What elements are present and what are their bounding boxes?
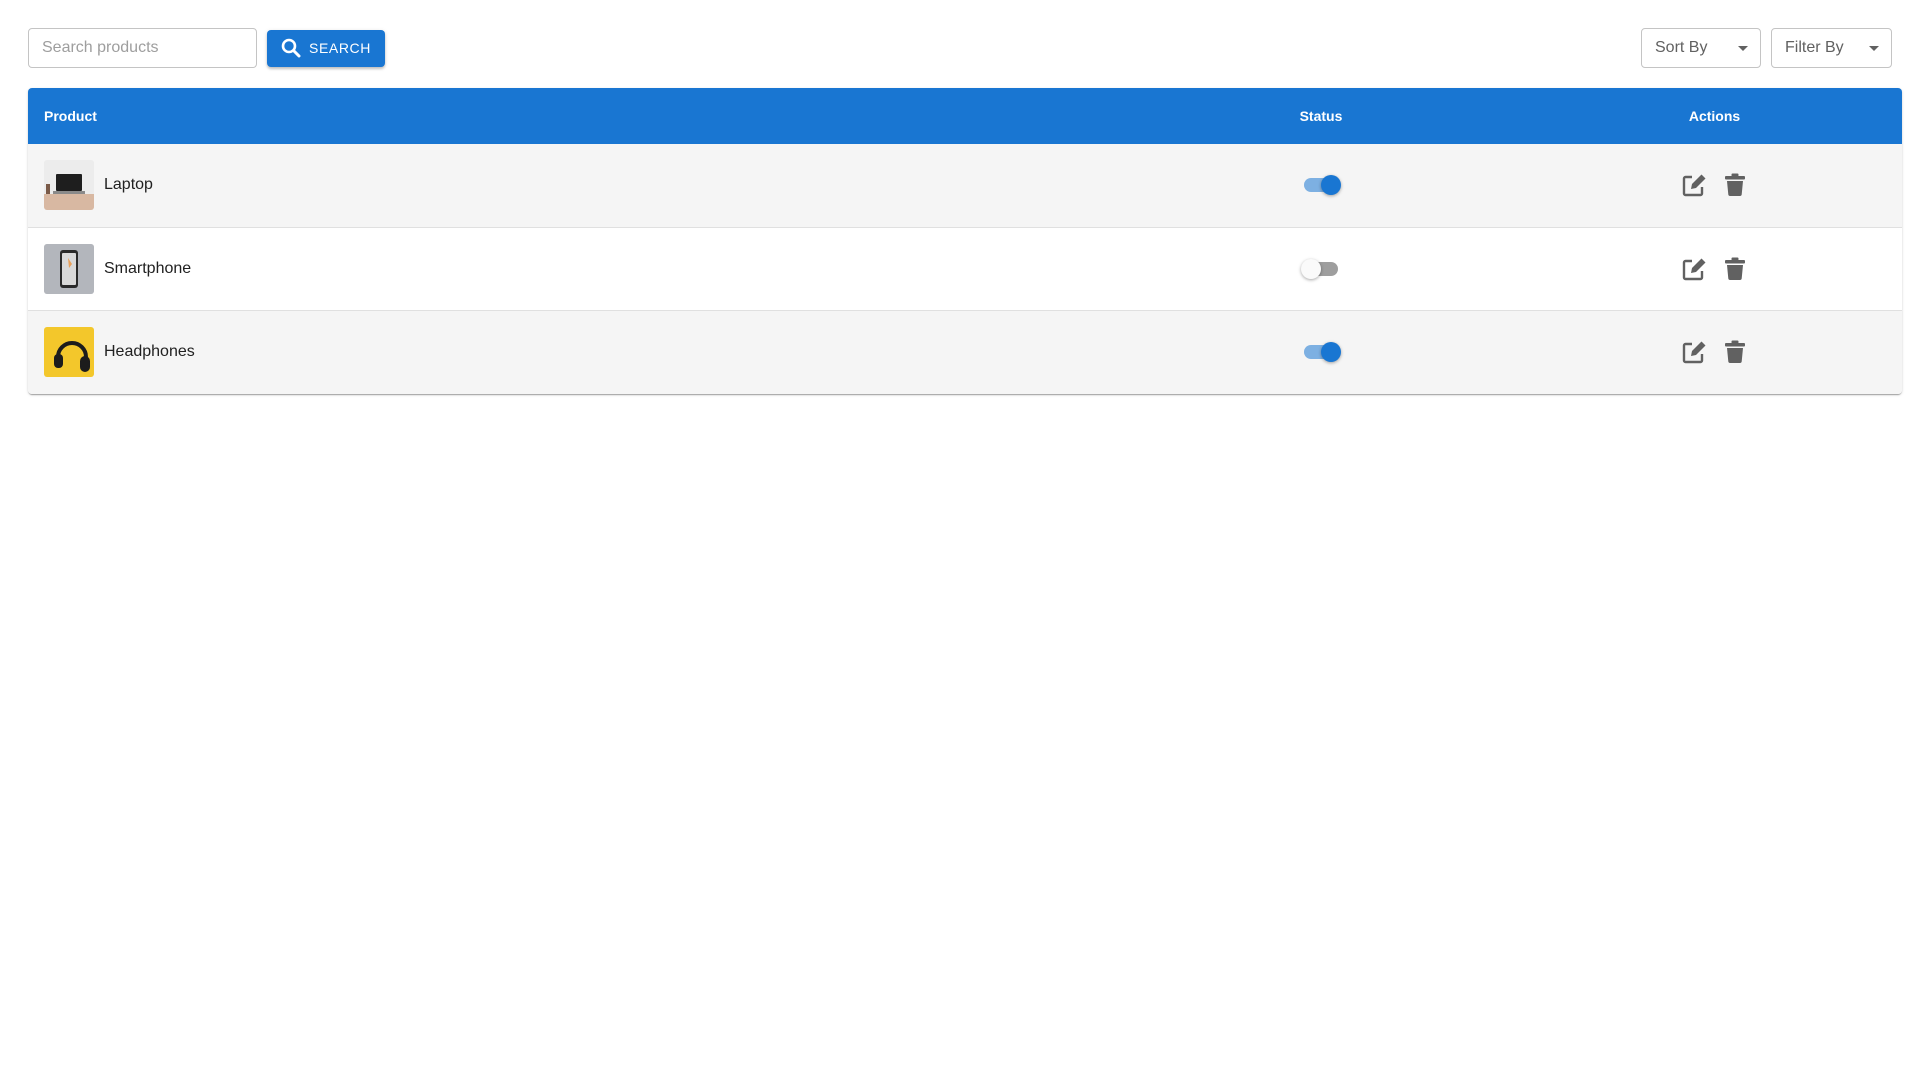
trash-icon[interactable]: [1722, 172, 1748, 198]
column-header-status: Status: [1299, 108, 1343, 124]
trash-icon[interactable]: [1722, 339, 1748, 365]
table-row: Headphones: [28, 310, 1902, 394]
trash-icon[interactable]: [1722, 256, 1748, 282]
search-group: SEARCH: [28, 28, 385, 68]
status-cell: [1115, 227, 1527, 310]
smartphone-thumbnail: [44, 243, 94, 294]
product-cell: Headphones: [28, 310, 1115, 394]
status-toggle[interactable]: [1301, 173, 1341, 197]
sort-filter-group: Sort By Filter By: [1641, 28, 1892, 68]
filter-by-select[interactable]: Filter By: [1771, 28, 1892, 68]
edit-icon[interactable]: [1681, 172, 1707, 198]
caret-down-icon: [1738, 45, 1748, 51]
table-header-row: Product Status Actions: [28, 88, 1902, 144]
status-toggle[interactable]: [1301, 340, 1341, 364]
sort-by-select[interactable]: Sort By: [1641, 28, 1761, 68]
search-input[interactable]: [28, 28, 257, 68]
product-name: Laptop: [104, 176, 153, 194]
column-header-actions: Actions: [1688, 108, 1741, 124]
edit-icon[interactable]: [1681, 256, 1707, 282]
search-icon: [281, 38, 301, 58]
status-toggle[interactable]: [1301, 257, 1341, 281]
product-name: Smartphone: [104, 259, 192, 277]
table-row: Laptop: [28, 144, 1902, 227]
edit-icon[interactable]: [1681, 339, 1707, 365]
toolbar: SEARCH Sort By Filter By: [28, 28, 1892, 68]
table-row: Smartphone: [28, 227, 1902, 310]
caret-down-icon: [1869, 45, 1879, 51]
actions-cell: [1527, 310, 1902, 394]
products-page: SEARCH Sort By Filter By Product Status …: [0, 0, 1920, 1080]
status-cell: [1115, 144, 1527, 227]
products-table: Product Status Actions Laptop Smartphone…: [28, 88, 1902, 394]
search-button-label: SEARCH: [309, 40, 371, 56]
column-header-product: Product: [44, 108, 97, 124]
actions-cell: [1527, 144, 1902, 227]
product-cell: Laptop: [28, 144, 1115, 227]
search-button[interactable]: SEARCH: [267, 29, 385, 67]
headphones-thumbnail: [44, 327, 94, 378]
laptop-thumbnail: [44, 160, 94, 211]
product-name: Headphones: [104, 343, 195, 361]
status-cell: [1115, 310, 1527, 394]
product-cell: Smartphone: [28, 227, 1115, 310]
actions-cell: [1527, 227, 1902, 310]
sort-by-label: Sort By: [1655, 39, 1708, 56]
filter-by-label: Filter By: [1785, 39, 1844, 56]
